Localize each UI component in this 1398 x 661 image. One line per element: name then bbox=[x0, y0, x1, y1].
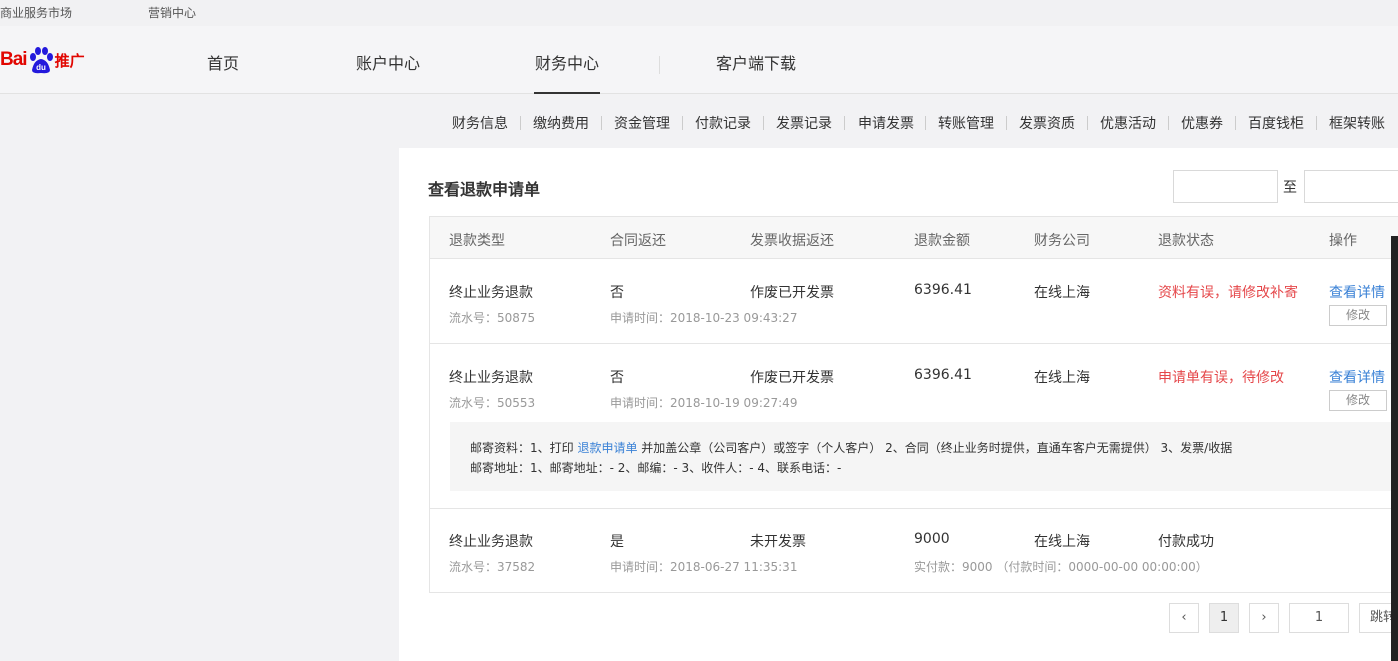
nav-divider bbox=[659, 56, 660, 74]
mailing-address: 邮寄地址：1、邮寄地址：- 2、邮编：- 3、收件人：- 4、联系电话：- bbox=[470, 461, 842, 475]
baidu-paw-icon: du bbox=[29, 47, 53, 74]
column-header-finance-company: 财务公司 bbox=[1034, 233, 1090, 249]
logo-product-text: 推广 bbox=[54, 51, 85, 70]
table-row: 终止业务退款 流水号：50875 否 申请时间：2018-10-23 09:43… bbox=[430, 259, 1398, 344]
table-row: 终止业务退款 流水号：50553 否 申请时间：2018-10-19 09:27… bbox=[430, 344, 1398, 509]
subnav-separator bbox=[763, 116, 764, 130]
finance-company: 在线上海 bbox=[1034, 370, 1090, 386]
contract-return: 否 bbox=[610, 370, 624, 386]
subnav-pay-fees[interactable]: 缴纳费用 bbox=[533, 113, 589, 133]
edit-button[interactable]: 修改 bbox=[1329, 390, 1387, 411]
subnav-separator bbox=[682, 116, 683, 130]
refund-type: 终止业务退款 bbox=[449, 370, 533, 386]
main-header: Bai du 推广 首页 账户中心 财务中心 客户端下载 bbox=[0, 26, 1398, 94]
finance-company: 在线上海 bbox=[1034, 534, 1090, 550]
mailing-materials-prefix: 邮寄资料：1、打印 bbox=[470, 441, 578, 455]
pager-next-button[interactable]: › bbox=[1249, 603, 1279, 633]
column-header-invoice-return: 发票收据返还 bbox=[750, 233, 834, 249]
serial-number: 流水号：50553 bbox=[449, 396, 536, 410]
subnav-baidu-wallet[interactable]: 百度钱柜 bbox=[1248, 113, 1304, 133]
subnav-transfer-management[interactable]: 转账管理 bbox=[938, 113, 994, 133]
subnav-promotions[interactable]: 优惠活动 bbox=[1100, 113, 1156, 133]
refund-table: 退款类型 合同返还 发票收据返还 退款金额 财务公司 退款状态 操作 终止业务退… bbox=[429, 216, 1398, 593]
finance-subnav: 财务信息 缴纳费用 资金管理 付款记录 发票记录 申请发票 转账管理 发票资质 … bbox=[0, 94, 1398, 148]
serial-number: 流水号：50875 bbox=[449, 311, 536, 325]
column-header-refund-status: 退款状态 bbox=[1158, 233, 1214, 249]
subnav-separator bbox=[1316, 116, 1317, 130]
mailing-materials: 邮寄资料：1、打印 退款申请单 并加盖公章（公司客户）或签字（个人客户） 2、合… bbox=[470, 438, 1398, 458]
subnav-framework-transfer[interactable]: 框架转账 bbox=[1329, 113, 1385, 133]
subnav-separator bbox=[1168, 116, 1169, 130]
side-scrollbar[interactable] bbox=[1391, 236, 1398, 661]
subnav-separator bbox=[520, 116, 521, 130]
subnav-payment-records[interactable]: 付款记录 bbox=[695, 113, 751, 133]
contract-return: 是 bbox=[610, 534, 624, 550]
invoice-return: 作废已开发票 bbox=[750, 370, 834, 386]
mailing-info-box: 邮寄资料：1、打印 退款申请单 并加盖公章（公司客户）或签字（个人客户） 2、合… bbox=[450, 422, 1398, 491]
logo-du-text: du bbox=[36, 63, 46, 72]
serial-number: 流水号：37582 bbox=[449, 560, 536, 574]
pager-prev-button[interactable]: ‹ bbox=[1169, 603, 1199, 633]
subnav-coupons[interactable]: 优惠券 bbox=[1181, 113, 1223, 133]
refund-amount: 6396.41 bbox=[914, 282, 972, 298]
refund-status: 资料有误，请修改补寄 bbox=[1158, 285, 1298, 301]
subnav-invoice-records[interactable]: 发票记录 bbox=[776, 113, 832, 133]
view-details-link[interactable]: 查看详情 bbox=[1329, 367, 1385, 387]
view-details-link[interactable]: 查看详情 bbox=[1329, 282, 1385, 302]
apply-time: 申请时间：2018-10-23 09:43:27 bbox=[610, 311, 798, 325]
refund-amount: 6396.41 bbox=[914, 367, 972, 383]
subnav-separator bbox=[1087, 116, 1088, 130]
subnav-separator bbox=[925, 116, 926, 130]
nav-account-center[interactable]: 账户中心 bbox=[347, 26, 429, 94]
table-row: 终止业务退款 流水号：37582 是 申请时间：2018-06-27 11:35… bbox=[430, 509, 1398, 593]
nav-home[interactable]: 首页 bbox=[190, 26, 256, 94]
start-date-input[interactable] bbox=[1173, 170, 1278, 203]
column-header-refund-amount: 退款金额 bbox=[914, 233, 970, 249]
page-title: 查看退款申请单 bbox=[428, 180, 541, 199]
end-date-input[interactable] bbox=[1304, 170, 1398, 203]
subnav-invoice-qualification[interactable]: 发票资质 bbox=[1019, 113, 1075, 133]
logo-bai-text: Bai bbox=[0, 49, 28, 70]
finance-company: 在线上海 bbox=[1034, 285, 1090, 301]
paid-amount: 实付款：9000 （付款时间：0000-00-00 00:00:00） bbox=[914, 560, 1208, 574]
refund-amount: 9000 bbox=[914, 531, 950, 547]
top-utility-bar: 商业服务市场 营销中心 bbox=[0, 0, 1398, 26]
pager-page-1[interactable]: 1 bbox=[1209, 603, 1239, 633]
refund-form-link[interactable]: 退款申请单 bbox=[577, 441, 637, 455]
top-link-marketing-center[interactable]: 营销中心 bbox=[148, 4, 196, 21]
pager-jump-input[interactable]: 1 bbox=[1289, 603, 1349, 633]
invoice-return: 未开发票 bbox=[750, 534, 806, 550]
subnav-separator bbox=[601, 116, 602, 130]
apply-time: 申请时间：2018-10-19 09:27:49 bbox=[610, 396, 798, 410]
refund-type: 终止业务退款 bbox=[449, 534, 533, 550]
baidu-tuiguang-logo[interactable]: Bai du 推广 bbox=[0, 44, 85, 76]
column-header-actions: 操作 bbox=[1329, 233, 1357, 249]
column-header-refund-type: 退款类型 bbox=[449, 233, 505, 249]
subnav-separator bbox=[844, 116, 845, 130]
column-header-contract-return: 合同返还 bbox=[610, 233, 666, 249]
top-link-business-market[interactable]: 商业服务市场 bbox=[0, 4, 72, 21]
refund-status: 付款成功 bbox=[1158, 534, 1214, 550]
nav-client-download[interactable]: 客户端下载 bbox=[710, 26, 802, 94]
subnav-separator bbox=[1006, 116, 1007, 130]
subnav-apply-invoice[interactable]: 申请发票 bbox=[858, 113, 914, 133]
contract-return: 否 bbox=[610, 285, 624, 301]
table-header: 退款类型 合同返还 发票收据返还 退款金额 财务公司 退款状态 操作 bbox=[430, 217, 1398, 259]
subnav-finance-info[interactable]: 财务信息 bbox=[452, 113, 508, 133]
subnav-separator bbox=[1235, 116, 1236, 130]
invoice-return: 作废已开发票 bbox=[750, 285, 834, 301]
nav-finance-center[interactable]: 财务中心 bbox=[534, 26, 600, 94]
apply-time: 申请时间：2018-06-27 11:35:31 bbox=[610, 560, 798, 574]
mailing-materials-suffix: 并加盖公章（公司客户）或签字（个人客户） 2、合同（终止业务时提供，直通车客户无… bbox=[637, 441, 1233, 455]
subnav-fund-management[interactable]: 资金管理 bbox=[614, 113, 670, 133]
refund-panel: 查看退款申请单 至 退款类型 合同返还 发票收据返还 退款金额 财务公司 退款状… bbox=[399, 148, 1398, 661]
edit-button[interactable]: 修改 bbox=[1329, 305, 1387, 326]
date-range-to-label: 至 bbox=[1283, 180, 1297, 196]
refund-status: 申请单有误，待修改 bbox=[1158, 370, 1284, 386]
refund-type: 终止业务退款 bbox=[449, 285, 533, 301]
